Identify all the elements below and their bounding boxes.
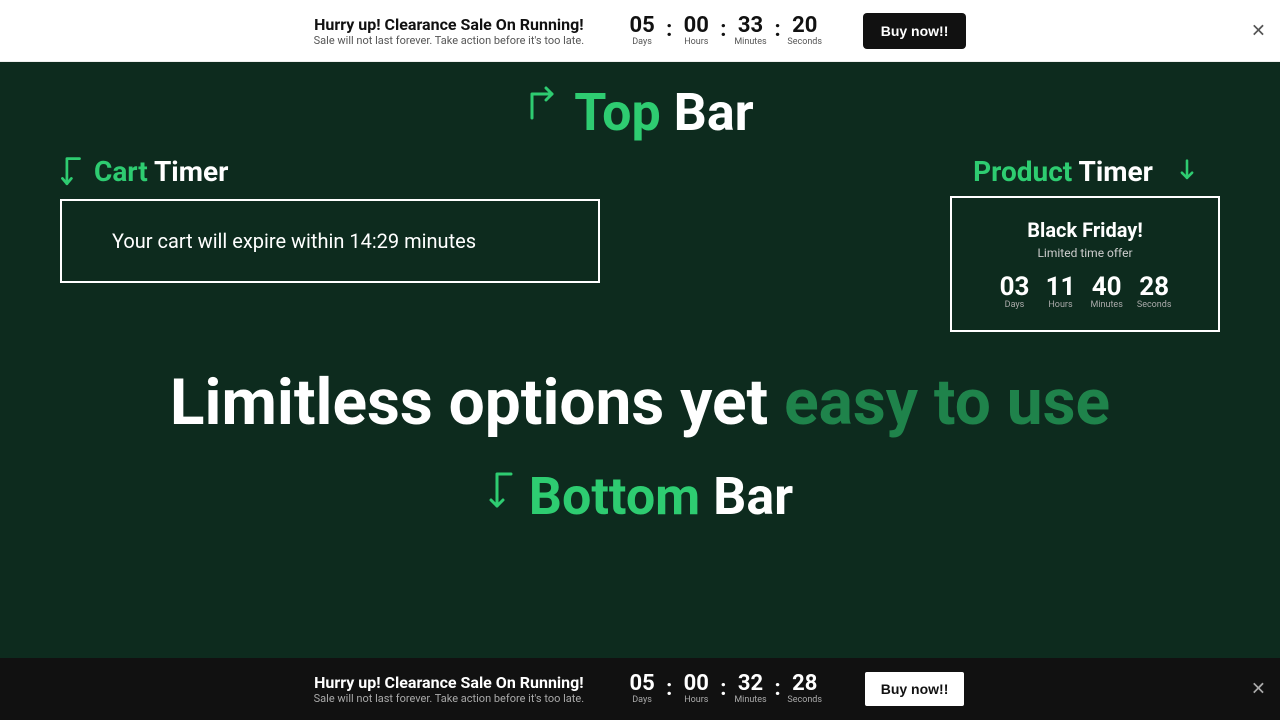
product-minutes-unit: 40 Minutes xyxy=(1091,274,1123,310)
top-days-label: Days xyxy=(624,37,660,47)
bottom-bar-text: Hurry up! Clearance Sale On Running! Sal… xyxy=(314,673,584,705)
limitless-section: Limitless options yet easy to use xyxy=(170,368,1110,438)
product-days-num: 03 xyxy=(999,274,1031,300)
bottom-seconds-unit: 28 Seconds xyxy=(787,673,823,705)
top-hours-label: Hours xyxy=(678,37,714,47)
limitless-text: Limitless options yet easy to use xyxy=(170,368,1110,438)
cart-timer-title: Cart Timer xyxy=(94,155,228,188)
bottom-bar-section-title: Bottom Bar xyxy=(529,466,793,527)
limitless-muted: easy to use xyxy=(784,365,1110,440)
top-sep1: : xyxy=(666,18,672,42)
bottom-minutes-unit: 32 Minutes xyxy=(733,673,769,705)
bottom-sep2: : xyxy=(720,677,726,701)
product-timer-section: Product Timer Black Friday! Limited time… xyxy=(950,155,1220,332)
product-minutes-num: 40 xyxy=(1091,274,1123,300)
top-hours-unit: 00 Hours xyxy=(678,15,714,47)
top-minutes-label: Minutes xyxy=(733,37,769,47)
top-seconds-label: Seconds xyxy=(787,37,823,47)
cart-timer-box: Your cart will expire within 14:29 minut… xyxy=(60,199,600,283)
bottom-days-label: Days xyxy=(624,695,660,705)
product-timer-arrow-icon xyxy=(1177,159,1197,183)
bottom-minutes-label: Minutes xyxy=(733,695,769,705)
product-seconds-num: 28 xyxy=(1137,274,1172,300)
bottom-seconds-label: Seconds xyxy=(787,695,823,705)
product-days-unit: 03 Days xyxy=(999,274,1031,310)
top-close-icon[interactable]: ✕ xyxy=(1251,20,1266,41)
bottom-bar-section-label: Bottom Bar xyxy=(487,466,793,527)
product-hours-num: 11 xyxy=(1045,274,1077,300)
top-seconds-unit: 20 Seconds xyxy=(787,15,823,47)
product-hours-label: Hours xyxy=(1045,300,1077,310)
product-timer-label: Product Timer xyxy=(973,155,1197,188)
top-sep3: : xyxy=(775,18,781,42)
top-bar-title: Hurry up! Clearance Sale On Running! xyxy=(314,15,584,34)
product-box-title: Black Friday! xyxy=(976,218,1194,242)
top-buy-button[interactable]: Buy now!! xyxy=(863,13,967,49)
bottom-seconds-num: 28 xyxy=(787,673,823,695)
bottom-close-icon[interactable]: ✕ xyxy=(1251,679,1266,700)
top-sep2: : xyxy=(720,18,726,42)
bottom-minutes-num: 32 xyxy=(733,673,769,695)
top-days-unit: 05 Days xyxy=(624,15,660,47)
cart-timer-section: Cart Timer Your cart will expire within … xyxy=(60,155,600,283)
top-bar-text: Hurry up! Clearance Sale On Running! Sal… xyxy=(314,15,584,47)
cart-timer-label: Cart Timer xyxy=(60,155,228,191)
product-countdown: 03 Days 11 Hours 40 Minutes xyxy=(976,274,1194,310)
bottom-hours-unit: 00 Hours xyxy=(678,673,714,705)
top-bar-countdown: 05 Days : 00 Hours : 33 Minutes : 20 Sec… xyxy=(624,15,823,47)
top-hours-num: 00 xyxy=(678,15,714,37)
bottom-hours-num: 00 xyxy=(678,673,714,695)
top-days-num: 05 xyxy=(624,15,660,37)
bottom-bar-arrow-icon xyxy=(487,470,521,514)
top-bar: Hurry up! Clearance Sale On Running! Sal… xyxy=(0,0,1280,62)
bottom-days-unit: 05 Days xyxy=(624,673,660,705)
timers-row: Cart Timer Your cart will expire within … xyxy=(60,155,1220,332)
bottom-bar: Hurry up! Clearance Sale On Running! Sal… xyxy=(0,658,1280,720)
top-bar-section-label: Top Bar xyxy=(526,82,753,143)
product-hours-unit: 11 Hours xyxy=(1045,274,1077,310)
product-minutes-label: Minutes xyxy=(1091,300,1123,310)
bottom-sep1: : xyxy=(666,677,672,701)
bottom-bar-title: Hurry up! Clearance Sale On Running! xyxy=(314,673,584,692)
product-seconds-unit: 28 Seconds xyxy=(1137,274,1172,310)
bottom-sep3: : xyxy=(775,677,781,701)
bottom-days-num: 05 xyxy=(624,673,660,695)
product-seconds-label: Seconds xyxy=(1137,300,1172,310)
cart-timer-text: Your cart will expire within 14:29 minut… xyxy=(112,229,548,253)
top-minutes-unit: 33 Minutes xyxy=(733,15,769,47)
top-minutes-num: 33 xyxy=(733,15,769,37)
product-box-subtitle: Limited time offer xyxy=(976,246,1194,260)
top-bar-arrow-icon xyxy=(526,86,566,126)
bottom-buy-button[interactable]: Buy now!! xyxy=(863,670,967,708)
top-seconds-num: 20 xyxy=(787,15,823,37)
main-content: Top Bar Cart Timer Your cart will expire… xyxy=(0,62,1280,658)
top-bar-subtitle: Sale will not last forever. Take action … xyxy=(314,34,584,47)
limitless-white: Limitless options yet xyxy=(170,365,784,440)
cart-timer-arrow-icon xyxy=(60,155,90,191)
product-timer-title: Product Timer xyxy=(973,155,1153,188)
bottom-bar-subtitle: Sale will not last forever. Take action … xyxy=(314,692,584,705)
bottom-bar-countdown: 05 Days : 00 Hours : 32 Minutes : 28 Sec… xyxy=(624,673,823,705)
product-timer-box: Black Friday! Limited time offer 03 Days… xyxy=(950,196,1220,332)
bottom-hours-label: Hours xyxy=(678,695,714,705)
top-bar-section-title: Top Bar xyxy=(574,82,753,143)
